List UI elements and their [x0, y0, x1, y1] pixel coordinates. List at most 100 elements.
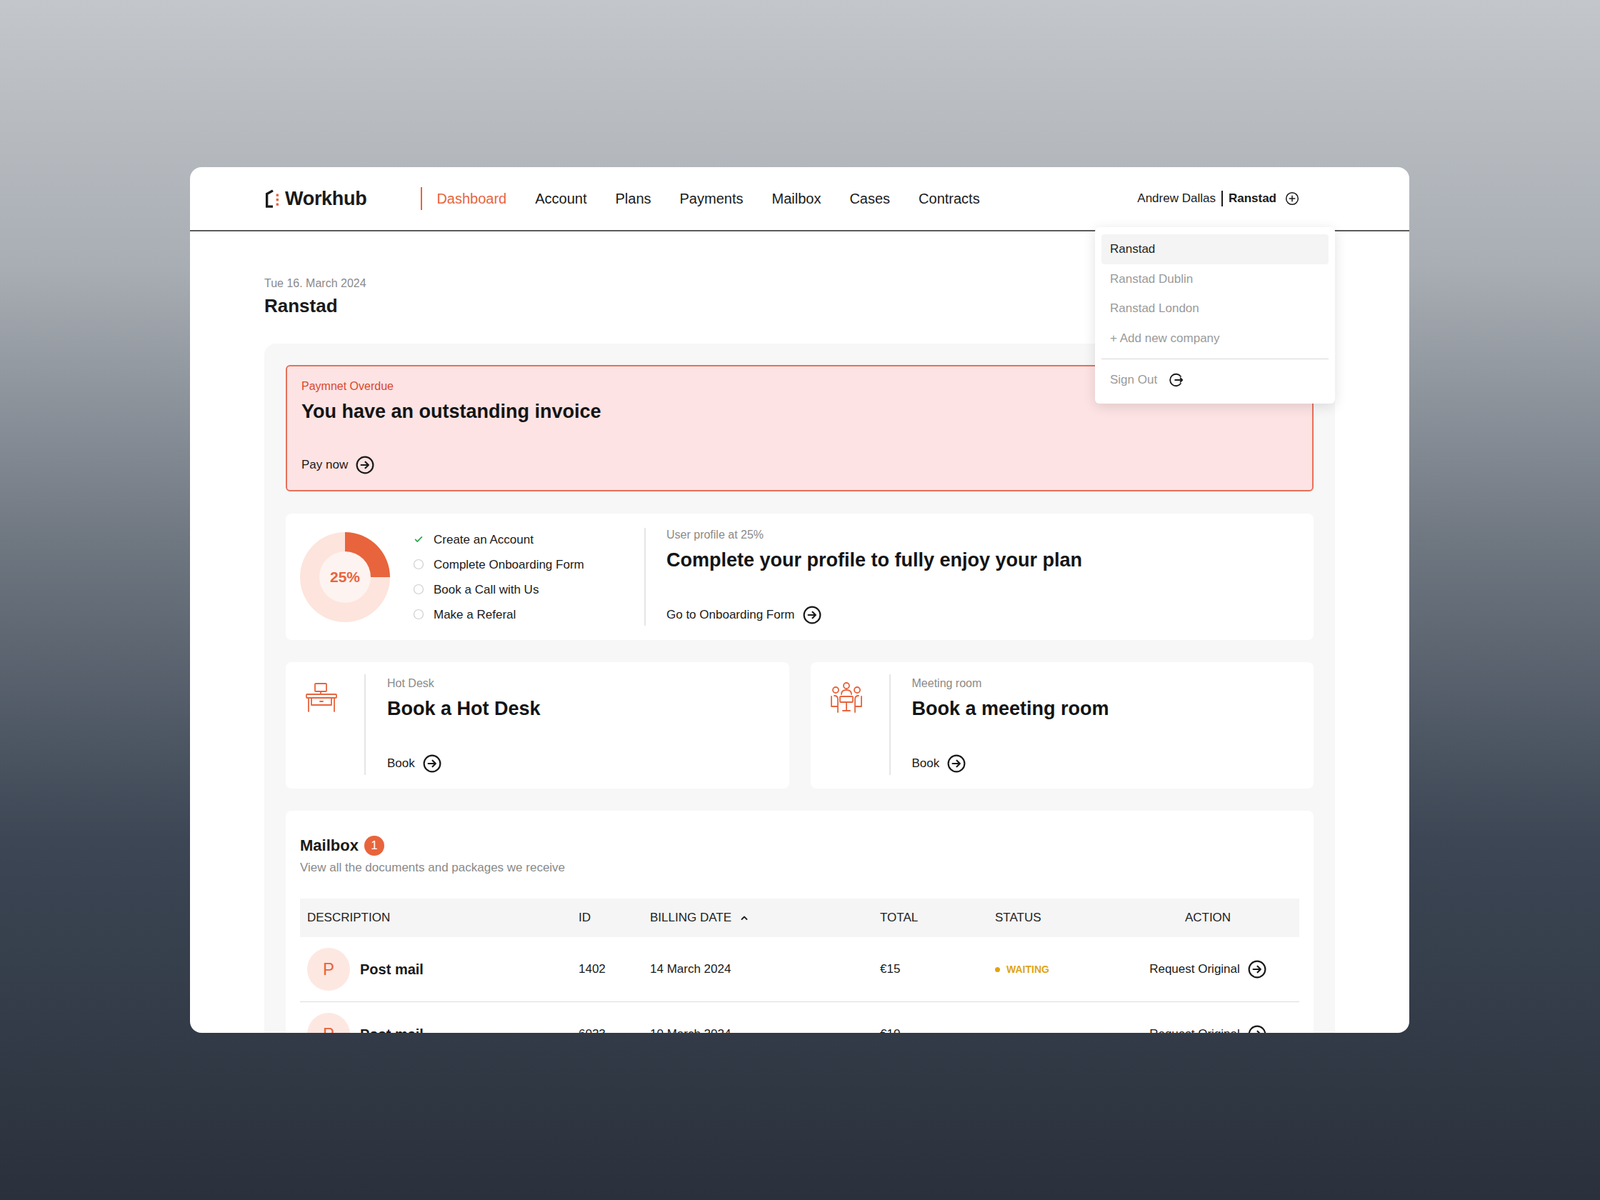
request-original-link[interactable]: Request Original [1149, 960, 1267, 979]
checklist-label: Make a Referal [433, 606, 516, 623]
status-cell: WAITING [995, 962, 1117, 978]
meeting-room-icon [829, 680, 864, 715]
booking-title: Book a meeting room [912, 696, 1300, 721]
dashboard-panel: Paymnet OverdueYou have an outstanding i… [264, 343, 1335, 1033]
checklist-item[interactable]: Complete Onboarding Form [412, 556, 585, 573]
company-option[interactable]: Ranstad Dublin [1101, 264, 1329, 295]
column-label: TOTAL [880, 908, 918, 928]
user-name: Andrew Dallas [1137, 189, 1216, 208]
book-label: Book [912, 754, 940, 773]
booking-card: Meeting room Book a meeting room Book [810, 662, 1315, 789]
checklist-item[interactable]: Book a Call with Us [412, 581, 585, 598]
column-header: TOTAL [880, 908, 995, 928]
id-cell: 1402 [578, 960, 650, 979]
empty-circle-icon[interactable] [412, 608, 425, 620]
account-switcher[interactable]: Andrew Dallas Ranstad [1137, 189, 1300, 208]
book-label: Book [387, 754, 415, 773]
onboarding-link-label: Go to Onboarding Form [666, 605, 795, 625]
onboarding-info: User profile at 25%Complete your profile… [645, 513, 1314, 640]
sign-out[interactable]: Sign Out [1101, 365, 1329, 395]
company-option[interactable]: Ranstad [1101, 234, 1329, 265]
background-photo: Workhub Dashboard Account Plans Payments Mail… [0, 0, 1600, 1200]
nav-link[interactable]: Plans [615, 187, 652, 210]
plus-circle-icon[interactable] [1285, 191, 1300, 206]
total-cell: €10 [880, 1025, 995, 1033]
arrow-right-icon[interactable] [355, 455, 375, 475]
nav-link[interactable]: Mailbox [771, 187, 821, 210]
description: Post mail [360, 1023, 424, 1033]
divider [644, 527, 646, 626]
booking-row: Hot Desk Book a Hot Desk Book Meeting room B… [285, 662, 1314, 789]
mailbox-subtitle: View all the documents and packages we r… [300, 860, 1300, 876]
column-header: ID [578, 908, 650, 928]
action-cell: Request Original [1116, 960, 1300, 979]
action-cell: Request Original [1116, 1025, 1300, 1033]
logo-icon [263, 188, 283, 209]
column-label: ID [578, 908, 591, 928]
onboarding-card: 25% Create an Account Complete Onboarding … [285, 513, 1314, 640]
booking-card: Hot Desk Book a Hot Desk Book [285, 662, 790, 789]
checklist-item[interactable]: Create an Account [412, 531, 585, 548]
logo-text: Workhub [285, 184, 367, 214]
booking-label: Hot Desk [387, 676, 775, 691]
book-link[interactable]: Book [912, 754, 967, 773]
column-label: DESCRIPTION [307, 908, 390, 928]
profile-title: Complete your profile to fully enjoy you… [666, 547, 1300, 573]
column-label: BILLING DATE [650, 908, 732, 928]
onboarding-link[interactable]: Go to Onboarding Form [666, 605, 822, 625]
pay-now-link[interactable]: Pay now [301, 455, 375, 475]
arrow-right-icon[interactable] [947, 754, 966, 773]
column-header: STATUS [995, 908, 1117, 928]
top-navbar: Workhub Dashboard Account Plans Payments Mail… [190, 167, 1410, 232]
empty-circle-icon[interactable] [412, 558, 425, 570]
description: Post mail [360, 958, 424, 980]
total-cell: €15 [880, 960, 995, 979]
description-cell: PPost mail [307, 1012, 579, 1033]
arrow-right-icon[interactable] [422, 754, 442, 773]
nav-link[interactable]: Contracts [918, 187, 980, 210]
book-link[interactable]: Book [387, 754, 442, 773]
booking-label: Meeting room [912, 676, 1300, 691]
booking-body: Meeting room Book a meeting room Book [890, 662, 1315, 789]
company-menu: RanstadRanstad DublinRanstad London+ Add… [1095, 227, 1335, 404]
logo[interactable]: Workhub [263, 184, 367, 214]
progress-donut: 25% [300, 532, 390, 623]
mailbox-card: Mailbox1View all the documents and packa… [285, 810, 1314, 1033]
booking-icon-cell [810, 662, 890, 789]
check-icon[interactable] [412, 533, 425, 545]
column-header: DESCRIPTION [307, 908, 579, 928]
company-name: Ranstad [1228, 189, 1277, 208]
pay-now-label: Pay now [301, 455, 348, 475]
date-cell: 10 March 2024 [650, 1025, 880, 1033]
id-cell: 6023 [578, 1025, 650, 1033]
arrow-right-icon[interactable] [1247, 1025, 1267, 1033]
action-label: Request Original [1149, 960, 1240, 979]
checklist-item[interactable]: Make a Referal [412, 606, 585, 623]
nav-link[interactable]: Dashboard [436, 187, 507, 210]
table-row[interactable]: PPost mail140214 March 2024€15WAITINGReq… [300, 937, 1300, 1003]
arrow-right-icon[interactable] [802, 605, 822, 625]
action-label: Request Original [1149, 1025, 1240, 1033]
sort-up-icon[interactable] [740, 913, 749, 923]
empty-circle-icon[interactable] [412, 583, 425, 595]
unread-badge: 1 [364, 835, 385, 856]
separator [1221, 190, 1223, 207]
status-label: WAITING [1006, 962, 1050, 978]
column-header[interactable]: BILLING DATE [650, 908, 880, 928]
table-header: DESCRIPTIONIDBILLING DATETOTALSTATUSACTI… [300, 898, 1300, 938]
request-original-link[interactable]: Request Original [1149, 1025, 1267, 1033]
booking-title: Book a Hot Desk [387, 696, 775, 721]
nav-link[interactable]: Cases [849, 187, 890, 210]
checklist: Create an Account Complete Onboarding For… [412, 531, 585, 623]
arrow-right-icon[interactable] [1247, 960, 1267, 979]
sign-out-icon[interactable] [1168, 372, 1185, 388]
checklist-label: Complete Onboarding Form [433, 556, 585, 573]
add-company[interactable]: + Add new company [1101, 323, 1329, 354]
nav-link[interactable]: Account [535, 187, 587, 210]
date-cell: 14 March 2024 [650, 960, 880, 979]
company-option[interactable]: Ranstad London [1101, 293, 1329, 324]
table-row[interactable]: PPost mail602310 March 2024€10 Request Or… [300, 1002, 1300, 1033]
checklist-label: Book a Call with Us [433, 581, 539, 598]
onboarding-progress: 25% Create an Account Complete Onboarding … [285, 513, 645, 640]
nav-link[interactable]: Payments [680, 187, 744, 210]
